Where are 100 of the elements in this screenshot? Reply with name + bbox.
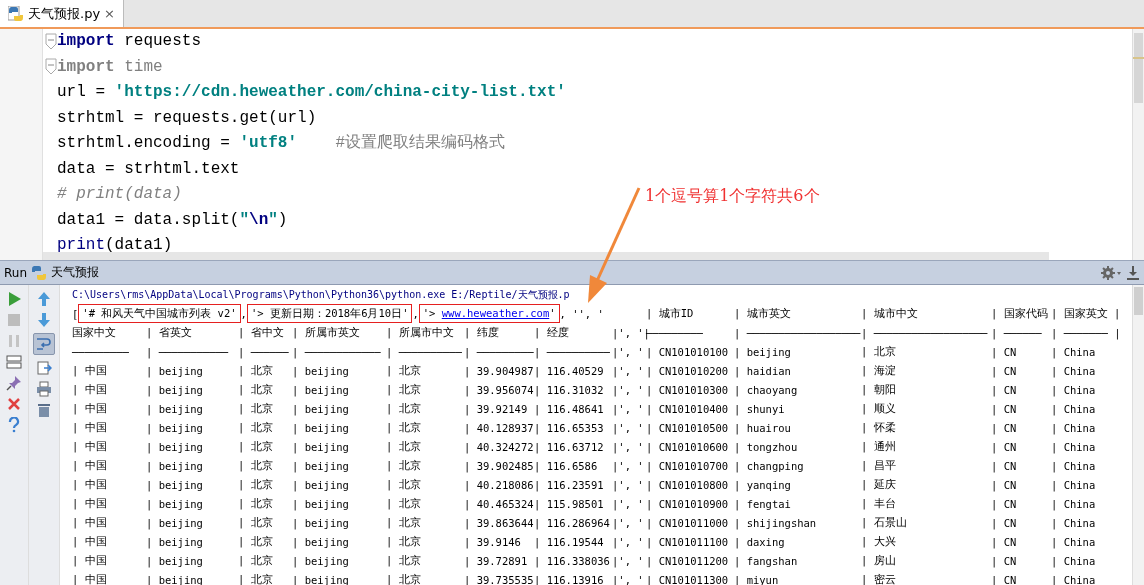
python-file-icon — [8, 5, 24, 22]
console-cell-text: | 116.31032 — [534, 383, 605, 396]
fold-icon[interactable] — [45, 32, 57, 51]
console-cell-text: | 中国 — [72, 572, 108, 585]
console-cell-text: | beijing — [146, 402, 204, 415]
console-cell-text: | 北京 — [238, 401, 274, 416]
console-cell-text: ───────── — [72, 345, 130, 358]
console-cell-text: | 北京 — [386, 382, 422, 397]
run-config-label: 天气预报 — [51, 264, 99, 281]
console-cell-text: | CN — [991, 535, 1018, 548]
console-cell-text: |', ' — [612, 478, 645, 491]
console-cell-text: | 北京 — [386, 401, 422, 416]
console-cell-text: | shunyi — [734, 402, 786, 415]
vertical-scrollbar[interactable] — [1132, 285, 1144, 585]
console-cell-text: | CN — [991, 345, 1018, 358]
soft-wrap-icon[interactable] — [35, 335, 53, 353]
console-cell-text: | 115.98501 — [534, 497, 605, 510]
close-icon[interactable]: × — [104, 6, 115, 21]
print-icon[interactable] — [36, 381, 52, 397]
console-cell-text: | China — [1051, 345, 1097, 358]
console-cell-text: | 中国 — [72, 496, 108, 511]
console-cell-text: | 116.63712 — [534, 440, 605, 453]
console-cell-text: | beijing — [146, 497, 204, 510]
console-cell-text: | China — [1051, 402, 1097, 415]
console-cell-text: | beijing — [146, 383, 204, 396]
panel-title: Run — [4, 265, 27, 280]
console-cell-text: | 北京 — [238, 534, 274, 549]
console-cell-text: |', ' — [612, 383, 645, 396]
console-cell-text: | China — [1051, 535, 1097, 548]
console-cell-text: | beijing — [292, 497, 350, 510]
console-cell-text: ───────── — [646, 326, 704, 339]
console-cell-text: |', ' — [612, 459, 645, 472]
console-cell-text: | 北京 — [386, 496, 422, 511]
settings-icon[interactable] — [1100, 264, 1122, 281]
console-cell-text: | beijing — [292, 478, 350, 491]
trash-icon[interactable] — [36, 402, 52, 418]
console-cell-text: | ────────── — [534, 345, 611, 358]
console-cell-text: | 39.9146 — [464, 535, 522, 548]
console-cell-text: | 中国 — [72, 477, 108, 492]
console-cell-text: | beijing — [146, 554, 204, 567]
play-icon[interactable] — [6, 291, 22, 307]
console-cell-text: | China — [1051, 459, 1097, 472]
console-cell-text: | 房山 — [861, 553, 897, 568]
code-line: data1 = data.split("\n") — [57, 209, 288, 231]
pause-icon[interactable] — [6, 333, 22, 349]
export-icon[interactable] — [36, 360, 52, 376]
console-cell-text: | CN101010800 — [646, 478, 730, 491]
vertical-scrollbar[interactable] — [1132, 29, 1144, 260]
console-cell-text: | CN — [991, 364, 1018, 377]
console-cell-text: |', ' — [612, 421, 645, 434]
layout-icon[interactable] — [6, 354, 22, 370]
download-icon[interactable] — [1126, 264, 1140, 281]
console-cell-text: | 中国 — [72, 458, 108, 473]
console-cell: | 40.324272 — [464, 440, 534, 453]
console-cell-text: | China — [1051, 516, 1097, 529]
console-cell: | 39.902485 — [464, 459, 534, 472]
console-cell-text: | 通州 — [861, 439, 897, 454]
fold-icon[interactable] — [45, 58, 57, 77]
console-link[interactable]: www.heweather.com — [441, 305, 550, 322]
console-cell-text: | fengtai — [734, 497, 792, 510]
console-cell-text: | 国家英文 | — [1051, 306, 1122, 321]
code-line: strhtml.encoding = 'utf8' #设置爬取结果编码格式 — [57, 133, 506, 154]
console-cell-text: | China — [1051, 440, 1097, 453]
console-cell-text: | ──────────── — [292, 345, 382, 358]
console-cell-text: | 北京 — [238, 363, 274, 378]
console-cell-text: | shijingshan — [734, 516, 818, 529]
console-cell-text: |', ' — [612, 554, 645, 567]
console-text: , — [412, 307, 419, 320]
console-cell-text: | CN101011100 — [646, 535, 730, 548]
console-cell-text: | China — [1051, 421, 1097, 434]
console-cell-text: | 北京 — [386, 458, 422, 473]
console-cell-text: | 116.286964 — [534, 516, 611, 529]
python-icon — [31, 264, 47, 281]
console-cell: | 40.218086 — [464, 478, 534, 491]
up-arrow-icon[interactable] — [36, 291, 52, 307]
pin-icon[interactable] — [6, 375, 22, 391]
console-cell-text: | beijing — [292, 402, 350, 415]
console-cell-text: 国家中文 — [72, 325, 117, 340]
console-text: , '', ' — [559, 307, 604, 320]
console-cell-text: | CN101010900 — [646, 497, 730, 510]
console-cell-text: | CN — [991, 459, 1018, 472]
console-cell-text: | 所属市中文 — [386, 325, 455, 340]
console-cell-text: |', ' — [612, 440, 645, 453]
console-cell-text: | CN — [991, 421, 1018, 434]
console-cell-text: | 顺义 — [861, 401, 897, 416]
console-cell-text: | CN101010700 — [646, 459, 730, 472]
console-cell-text: | 经度 — [534, 325, 570, 340]
console-text: '> — [422, 306, 437, 321]
help-icon[interactable] — [6, 417, 22, 433]
console-cell-text: | China — [1051, 383, 1097, 396]
console-command: C:\Users\rms\AppData\Local\Programs\Python\Python36\python.exe E:/Reptile/天气预报.p — [72, 288, 571, 302]
console-cell-text: | 北京 — [238, 420, 274, 435]
console-cell-text: | beijing — [292, 421, 350, 434]
close-icon[interactable] — [6, 396, 22, 412]
file-tab[interactable]: 天气预报.py × — [0, 0, 124, 27]
horizontal-scrollbar[interactable] — [43, 252, 1049, 260]
down-arrow-icon[interactable] — [36, 312, 52, 328]
stop-icon[interactable] — [6, 312, 22, 328]
console-cell-text: | CN — [991, 516, 1018, 529]
console-cell-text: | 朝阳 — [861, 382, 897, 397]
